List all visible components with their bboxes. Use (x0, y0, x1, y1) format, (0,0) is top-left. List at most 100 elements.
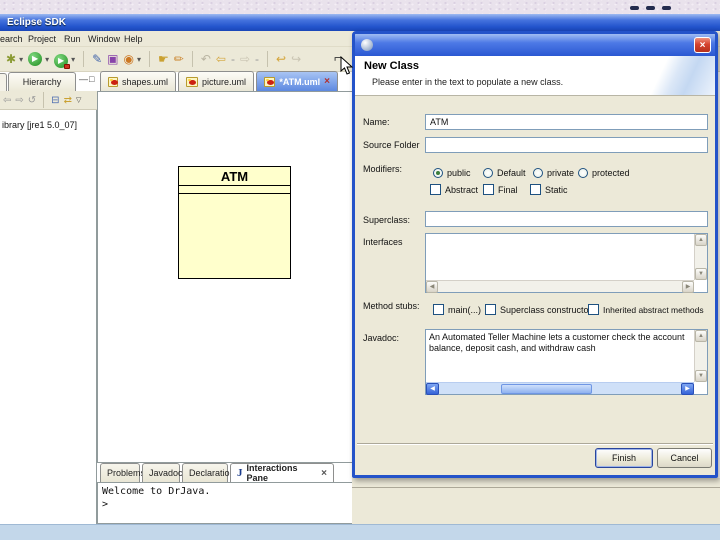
new-wizard-icon[interactable]: ✎ (92, 52, 102, 66)
tab-problems[interactable]: Problems (100, 463, 145, 482)
back-icon[interactable]: ⇦ (216, 52, 226, 66)
uml-file-icon (264, 76, 276, 87)
new-interface-icon[interactable]: ▣ (107, 52, 118, 66)
toolbar-separator (83, 51, 85, 67)
close-tab-icon[interactable]: × (321, 468, 327, 479)
forward-icon[interactable]: ⇨ (240, 52, 250, 66)
scroll-left-icon[interactable]: ◀ (426, 281, 438, 293)
external-tools-icon[interactable]: ▶ (54, 50, 71, 69)
scroll-left-icon[interactable]: ◀ (426, 383, 439, 395)
window-control-dot (662, 6, 671, 10)
last-edit-back-icon[interactable]: ↩ (276, 52, 286, 66)
menu-item-window[interactable]: Window (88, 34, 120, 44)
radio-label: protected (592, 168, 630, 178)
tab-hierarchy[interactable]: Hierarchy (8, 72, 76, 91)
new-project-icon[interactable]: ◉ (124, 52, 134, 66)
javadoc-hscrollbar[interactable]: ◀ ▶ (426, 382, 694, 395)
dropdown-arrow-icon[interactable]: ▾ (19, 55, 23, 64)
last-edit-forward-icon[interactable]: ↪ (291, 52, 301, 66)
dropdown-arrow-icon[interactable]: ▾ (45, 55, 49, 64)
interfaces-vscrollbar[interactable]: ▲ ▼ (694, 234, 707, 280)
cancel-button[interactable]: Cancel (657, 448, 712, 468)
dropdown-arrow-icon[interactable]: ▾ (137, 55, 141, 64)
tab-declaration[interactable]: Declaration (182, 463, 235, 482)
scroll-up-icon[interactable]: ▲ (695, 330, 707, 342)
collapse-all-icon[interactable]: ⊟ (51, 95, 59, 106)
interactions-console[interactable]: Welcome to DrJava. > (97, 482, 352, 524)
radio-default[interactable]: Default (483, 168, 526, 178)
menu-item-project[interactable]: Project (28, 34, 56, 44)
checkbox-superclass-constructors-icon (485, 304, 496, 315)
scroll-down-icon[interactable]: ▼ (695, 268, 707, 280)
radio-label: Default (497, 168, 526, 178)
run-icon[interactable]: ▶ (28, 52, 43, 66)
interfaces-hscrollbar[interactable]: ◀ ▶ (426, 280, 694, 293)
source-folder-field[interactable] (425, 137, 708, 153)
tab-label: picture.uml (201, 76, 246, 87)
undo-nav-icon[interactable]: ↶ (201, 52, 211, 66)
finish-button[interactable]: Finish (595, 448, 653, 468)
panel-forward-icon[interactable]: ⇨ (15, 95, 23, 106)
dialog-close-button[interactable]: × (694, 37, 711, 53)
uml-editor-canvas[interactable]: ATM (97, 91, 352, 463)
tab-label: *ATM.uml (279, 76, 321, 87)
tab-javadoc[interactable]: Javadoc (142, 463, 183, 482)
menu-item-search[interactable]: earch (0, 34, 23, 44)
interfaces-list[interactable]: ▲ ▼ ◀ ▶ (425, 233, 708, 293)
search-icon[interactable]: ✏ (174, 52, 184, 66)
checkbox-static[interactable]: Static (530, 184, 568, 195)
checkbox-abstract-icon (430, 184, 441, 195)
debug-icon[interactable]: ✱ (6, 52, 16, 66)
checkbox-static-icon (530, 184, 541, 195)
maximize-view-icon[interactable]: □ (89, 74, 94, 84)
dialog-header-decoration (625, 56, 715, 95)
scroll-right-icon[interactable]: ▶ (682, 281, 694, 293)
radio-label: private (547, 168, 575, 178)
tab-interactions-pane[interactable]: J Interactions Pane × (230, 463, 334, 483)
scroll-down-icon[interactable]: ▼ (695, 370, 707, 382)
tree-item-jre-library[interactable]: ibrary [jre1 5.0_07] (2, 120, 77, 130)
radio-public[interactable]: public (433, 168, 471, 178)
panel-back-icon[interactable]: ⇦ (3, 95, 11, 106)
minimize-view-icon[interactable]: — (79, 74, 88, 84)
radio-private[interactable]: private (533, 168, 574, 178)
name-label: Name: (363, 117, 390, 127)
close-tab-icon[interactable]: × (324, 76, 330, 87)
method-stubs-label: Method stubs: (363, 301, 420, 311)
menu-item-help[interactable]: Help (124, 34, 143, 44)
link-editor-icon[interactable]: ⇄ (64, 95, 72, 106)
interfaces-label: Interfaces (363, 237, 403, 247)
tab-picture-uml[interactable]: picture.uml (178, 71, 254, 91)
checkbox-final[interactable]: Final (483, 184, 518, 195)
tab-atm-uml[interactable]: *ATM.uml × (256, 71, 338, 91)
view-menu-icon[interactable]: ▽ (76, 96, 81, 104)
dialog-titlebar[interactable]: × (355, 34, 715, 56)
scroll-up-icon[interactable]: ▲ (695, 234, 707, 246)
checkbox-abstract[interactable]: Abstract (430, 184, 478, 195)
radio-protected[interactable]: protected (578, 168, 630, 178)
checkbox-superclass-constructors[interactable]: Superclass constructors (485, 304, 596, 315)
radio-protected-icon (578, 168, 588, 178)
panel-refresh-icon[interactable]: ↺ (28, 95, 36, 106)
slide-background-bottom (0, 524, 720, 540)
window-titlebar[interactable]: Eclipse SDK (0, 14, 720, 31)
hierarchy-tree[interactable]: ibrary [jre1 5.0_07] (0, 110, 97, 524)
dropdown-arrow-icon[interactable]: ▾ (71, 55, 75, 64)
menu-item-run[interactable]: Run (64, 34, 81, 44)
uml-class-attributes-compartment (179, 186, 290, 194)
tab-label: shapes.uml (121, 76, 168, 87)
open-type-icon[interactable]: ☛ (158, 52, 169, 66)
checkbox-inherited-abstract[interactable]: Inherited abstract methods (588, 304, 704, 315)
scrollbar-thumb[interactable] (501, 384, 593, 394)
name-field[interactable] (425, 114, 708, 130)
uml-file-icon (108, 76, 118, 87)
scroll-right-icon[interactable]: ▶ (681, 383, 694, 395)
superclass-field[interactable] (425, 211, 708, 227)
uml-class-atm[interactable]: ATM (178, 166, 291, 279)
partial-view-tab[interactable] (0, 73, 7, 91)
checkbox-main[interactable]: main(...) (433, 304, 481, 315)
javadoc-field[interactable]: An Automated Teller Machine lets a custo… (425, 329, 708, 395)
status-area (352, 478, 720, 524)
javadoc-vscrollbar[interactable]: ▲ ▼ (694, 330, 707, 382)
tab-shapes-uml[interactable]: shapes.uml (100, 71, 176, 91)
